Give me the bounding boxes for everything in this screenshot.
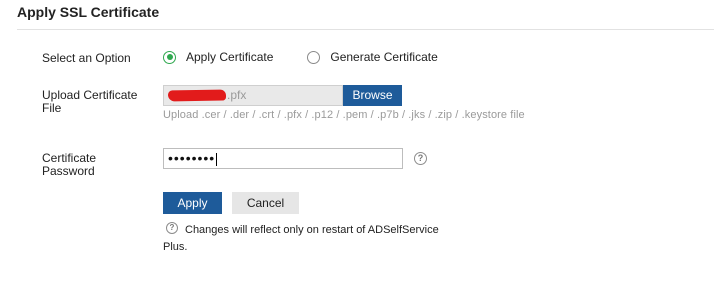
page-title: Apply SSL Certificate bbox=[17, 4, 160, 20]
radio-apply-certificate-label: Apply Certificate bbox=[186, 50, 274, 64]
select-option-label: Select an Option bbox=[42, 51, 131, 65]
radio-selected-icon[interactable] bbox=[163, 50, 176, 64]
upload-label-line2: File bbox=[42, 101, 62, 115]
radio-generate-certificate-label: Generate Certificate bbox=[330, 50, 438, 64]
cancel-button[interactable]: Cancel bbox=[232, 192, 299, 214]
radio-unselected-icon[interactable] bbox=[307, 50, 321, 64]
browse-button[interactable]: Browse bbox=[343, 85, 402, 106]
file-name-field[interactable]: .pfx bbox=[163, 85, 343, 106]
apply-button[interactable]: Apply bbox=[163, 192, 222, 214]
certificate-password-input[interactable]: •••••••• bbox=[163, 148, 403, 169]
certificate-password-label: Certificate Password bbox=[42, 152, 96, 178]
password-masked-value: •••••••• bbox=[168, 150, 216, 166]
password-label-line2: Password bbox=[42, 164, 95, 178]
certificate-option-group: Apply Certificate Generate Certificate bbox=[163, 50, 438, 64]
redacted-filename bbox=[167, 89, 227, 102]
upload-label-line1: Upload Certificate bbox=[42, 88, 138, 102]
file-extension: .pfx bbox=[227, 88, 247, 102]
password-label-line1: Certificate bbox=[42, 151, 97, 165]
radio-generate-certificate[interactable]: Generate Certificate bbox=[307, 50, 438, 64]
restart-note: Changes will reflect only on restart of … bbox=[163, 224, 439, 253]
upload-certificate-label: Upload Certificate File bbox=[42, 89, 137, 115]
text-caret bbox=[216, 152, 218, 166]
question-circle-icon[interactable]: ? bbox=[414, 152, 427, 165]
title-divider bbox=[17, 29, 714, 30]
apply-ssl-certificate-panel: Apply SSL Certificate Select an Option A… bbox=[0, 0, 714, 297]
upload-hint: Upload .cer / .der / .crt / .pfx / .p12 … bbox=[163, 109, 525, 121]
radio-apply-certificate[interactable]: Apply Certificate bbox=[163, 50, 273, 64]
